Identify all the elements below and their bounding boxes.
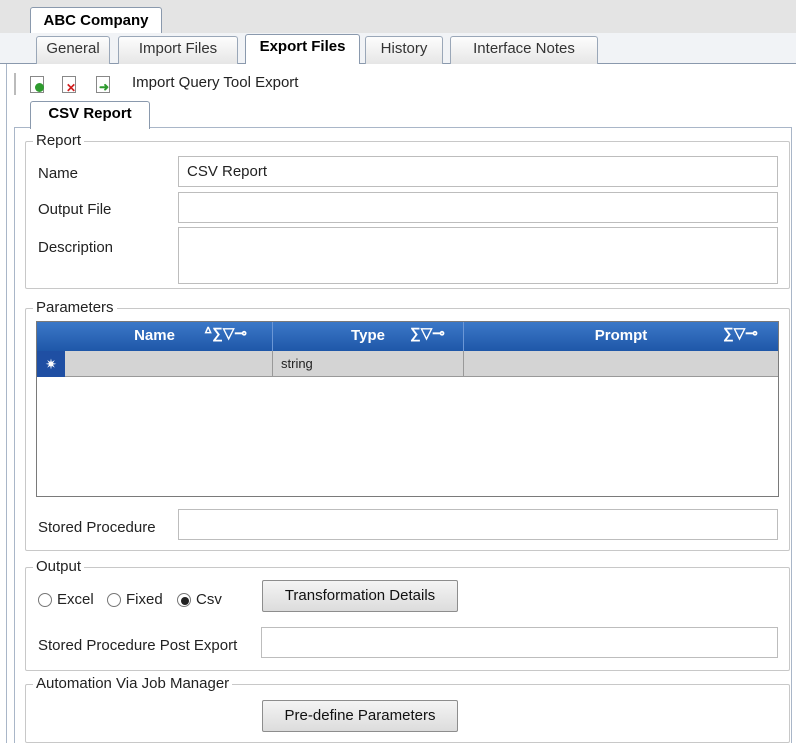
- tab-csv-report[interactable]: CSV Report: [30, 101, 150, 129]
- excel-label[interactable]: Excel: [57, 590, 94, 610]
- tab-csv-report-label: CSV Report: [48, 105, 132, 122]
- tab-import-files[interactable]: Import Files: [118, 36, 238, 64]
- description-label: Description: [38, 239, 114, 256]
- add-document-icon[interactable]: [30, 76, 44, 93]
- column-header-name-label: Name: [134, 327, 175, 344]
- tab-import-files-label: Import Files: [138, 40, 218, 57]
- output-file-label: Output File: [38, 201, 112, 218]
- parameters-legend: Parameters: [33, 300, 117, 316]
- output-file-field[interactable]: [178, 192, 778, 223]
- prompt-column-filter-icons[interactable]: ∑▽⊸: [723, 324, 758, 342]
- automation-legend: Automation Via Job Manager: [33, 676, 233, 692]
- excel-radio[interactable]: [38, 593, 52, 607]
- new-row-name-cell[interactable]: [65, 351, 273, 377]
- description-field[interactable]: [178, 227, 778, 284]
- tab-export-files-label: Export Files: [259, 38, 346, 55]
- fixed-radio[interactable]: [107, 593, 121, 607]
- name-column-sort-filter-icons[interactable]: ᐞ∑▽⊸: [204, 324, 247, 342]
- report-legend: Report: [33, 133, 85, 149]
- output-legend: Output: [33, 559, 85, 575]
- tab-history-label: History: [380, 40, 428, 57]
- post-export-field[interactable]: [261, 627, 778, 658]
- toolbar-grip: [14, 73, 16, 95]
- name-field[interactable]: CSV Report: [178, 156, 778, 187]
- toolbar-label[interactable]: Import Query Tool Export: [132, 73, 298, 93]
- tab-general-label: General: [46, 40, 100, 57]
- delete-document-icon[interactable]: ✕: [62, 76, 76, 94]
- tab-export-files[interactable]: Export Files: [245, 34, 360, 65]
- fixed-label[interactable]: Fixed: [126, 590, 163, 610]
- import-document-icon[interactable]: ➜: [96, 76, 110, 93]
- name-label: Name: [38, 165, 79, 182]
- stored-procedure-label: Stored Procedure: [38, 519, 156, 536]
- new-row-marker-icon: ✷: [37, 351, 65, 377]
- csv-radio[interactable]: [177, 593, 191, 607]
- new-row-prompt-cell[interactable]: [464, 351, 778, 377]
- tab-interface-notes-label: Interface Notes: [473, 40, 575, 57]
- tab-history[interactable]: History: [365, 36, 443, 64]
- column-header-prompt-label: Prompt: [594, 327, 648, 344]
- csv-label[interactable]: Csv: [196, 590, 222, 610]
- new-row-type-cell[interactable]: string: [273, 351, 464, 377]
- transformation-details-button[interactable]: Transformation Details: [262, 580, 458, 612]
- post-export-label: Stored Procedure Post Export: [38, 637, 238, 654]
- stored-procedure-field[interactable]: [178, 509, 778, 540]
- tab-general[interactable]: General: [36, 36, 110, 64]
- company-tab[interactable]: ABC Company: [30, 7, 162, 34]
- company-tab-label: ABC Company: [43, 12, 149, 29]
- predefine-parameters-button[interactable]: Pre-define Parameters: [262, 700, 458, 732]
- type-column-filter-icons[interactable]: ∑▽⊸: [410, 324, 445, 342]
- column-header-type-label: Type: [351, 327, 385, 344]
- tab-interface-notes[interactable]: Interface Notes: [450, 36, 598, 64]
